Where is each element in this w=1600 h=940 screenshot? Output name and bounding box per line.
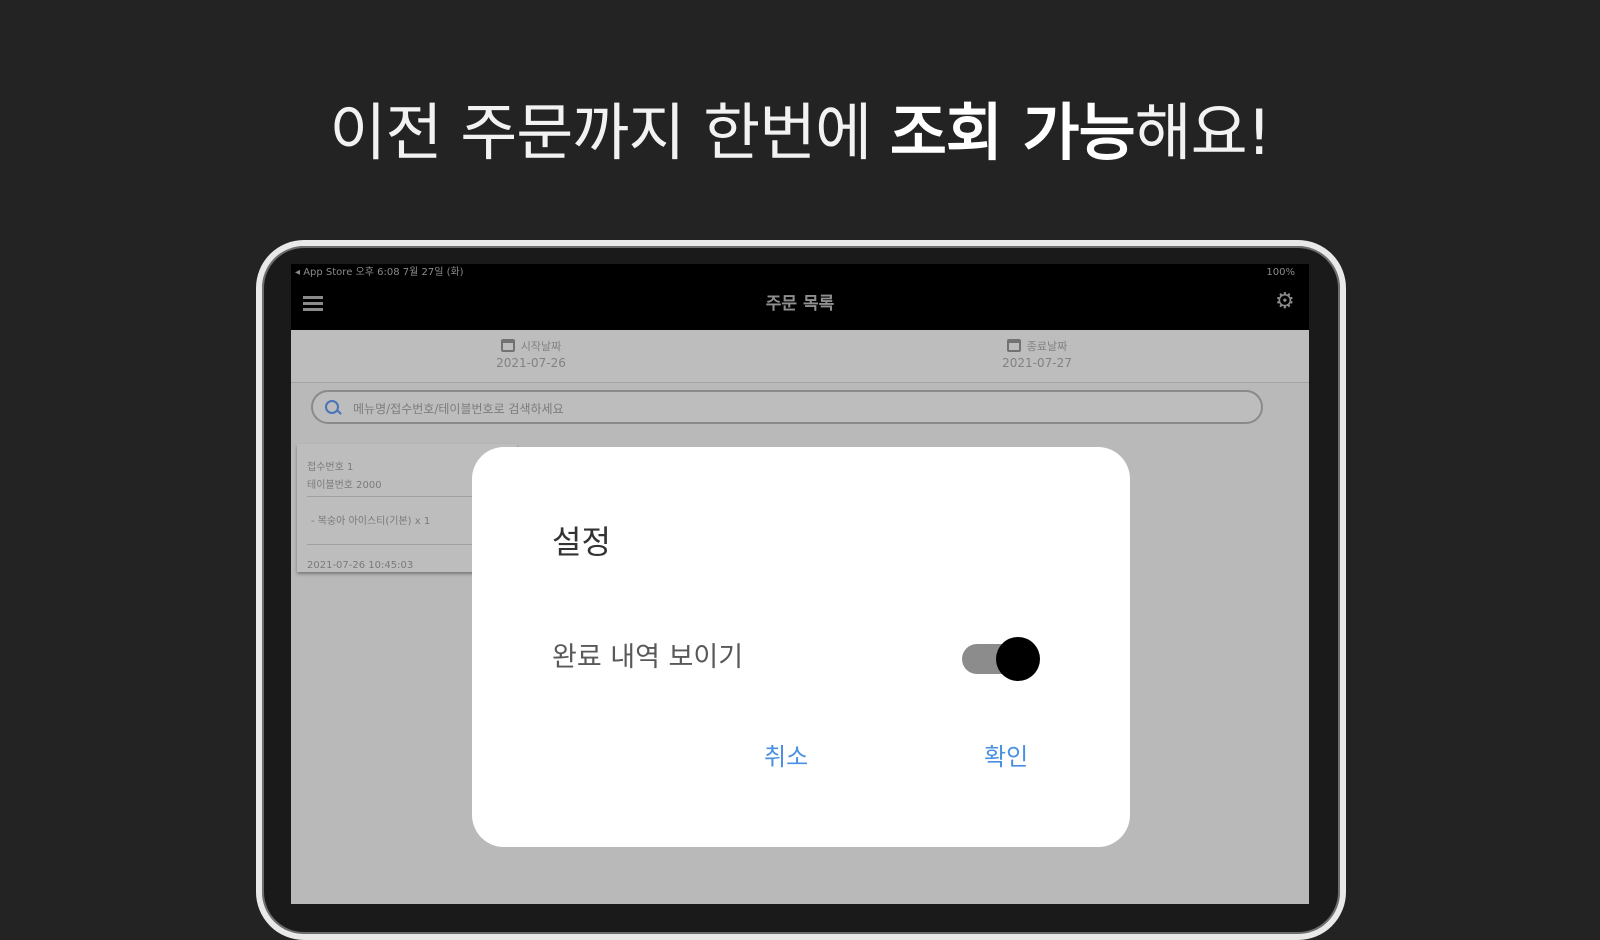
promo-headline: 이전 주문까지 한번에 조회 가능해요! [0,82,1600,172]
calendar-icon [1006,339,1021,352]
end-date-label: 종료날짜 [1026,340,1068,353]
headline-bold: 조회 가능 [889,96,1136,169]
search-input[interactable] [351,396,1235,422]
start-date-label: 시작날짜 [520,340,562,353]
toggle-knob [996,637,1040,681]
calendar-icon [500,339,515,352]
order-item: - 복숭아 아이스티(기본) x 1 [311,516,431,527]
show-completed-toggle[interactable] [960,634,1040,681]
end-date-value: 2021-07-27 [1002,356,1072,370]
status-bar: ◂ App Store 오후 6:08 7월 27일 (화) 100% [291,264,1309,282]
page-title: 주문 목록 [765,294,835,314]
cancel-button[interactable]: 취소 [764,737,808,772]
start-date-value: 2021-07-26 [496,356,566,370]
order-datetime: 2021-07-26 10:45:03 [307,560,414,571]
status-left[interactable]: ◂ App Store 오후 6:08 7월 27일 (화) [295,264,464,282]
dialog-title: 설정 [552,523,611,561]
date-range: 시작날짜 2021-07-26 종료날짜 2021-07-27 [291,330,1309,383]
receipt-number: 접수번호 1 [307,462,354,473]
headline-part2: 해요! [1134,96,1272,169]
start-date-picker[interactable]: 시작날짜 2021-07-26 [441,338,621,370]
headline-part1: 이전 주문까지 한번에 [329,96,890,169]
table-number: 테이블번호 2000 [307,480,382,491]
battery-status: 100% [1266,267,1295,278]
search-icon [325,400,339,414]
gear-icon[interactable]: ⚙ [1275,291,1297,313]
end-date-picker[interactable]: 종료날짜 2021-07-27 [947,338,1127,370]
search-bar[interactable] [311,390,1263,424]
app-bar: 주문 목록 ⚙ [291,282,1309,330]
settings-dialog: 설정 완료 내역 보이기 취소 확인 [472,447,1130,847]
show-completed-label: 완료 내역 보이기 [552,642,744,673]
confirm-button[interactable]: 확인 [984,737,1028,772]
